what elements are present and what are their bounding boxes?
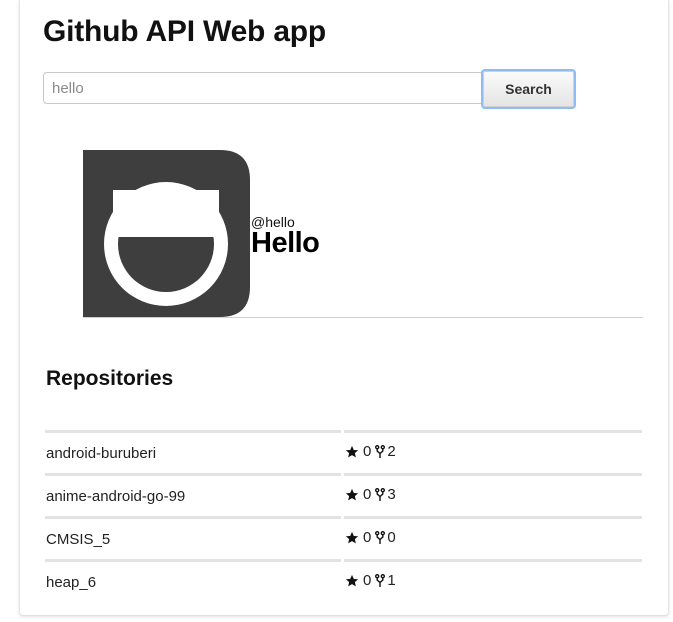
star-count: 0 bbox=[363, 486, 372, 503]
table-row: heap_6 0 1 bbox=[45, 559, 642, 602]
app-title: Github API Web app bbox=[43, 15, 327, 48]
repo-stats: 0 0 bbox=[345, 529, 396, 546]
star-count: 0 bbox=[363, 572, 372, 589]
repo-name[interactable]: android-buruberi bbox=[46, 445, 156, 462]
repositories-heading: Repositories bbox=[46, 367, 174, 390]
smile-face-icon bbox=[83, 150, 250, 317]
repository-table: android-buruberi 0 2 anime-android-go-99… bbox=[45, 430, 642, 602]
table-row: android-buruberi 0 2 bbox=[45, 430, 642, 473]
repo-name[interactable]: anime-android-go-99 bbox=[46, 488, 185, 505]
row-divider bbox=[344, 430, 642, 433]
fork-count: 2 bbox=[387, 443, 396, 460]
table-row: anime-android-go-99 0 3 bbox=[45, 473, 642, 516]
star-icon bbox=[345, 574, 359, 586]
fork-count: 0 bbox=[387, 529, 396, 546]
profile-display-name: Hello bbox=[251, 227, 320, 259]
table-row: CMSIS_5 0 0 bbox=[45, 516, 642, 559]
search-input[interactable] bbox=[43, 72, 484, 104]
fork-icon bbox=[375, 444, 386, 458]
repo-stats: 0 3 bbox=[345, 486, 396, 503]
repo-stats: 0 2 bbox=[345, 443, 396, 460]
star-icon bbox=[345, 488, 359, 500]
row-divider bbox=[45, 559, 341, 562]
star-count: 0 bbox=[363, 529, 372, 546]
profile-divider bbox=[83, 317, 643, 318]
repo-stats: 0 1 bbox=[345, 572, 396, 589]
star-icon bbox=[345, 445, 359, 457]
star-count: 0 bbox=[363, 443, 372, 460]
repo-name[interactable]: CMSIS_5 bbox=[46, 531, 110, 548]
row-divider bbox=[344, 516, 642, 519]
search-button[interactable]: Search bbox=[481, 69, 576, 109]
fork-icon bbox=[375, 487, 386, 501]
repo-name[interactable]: heap_6 bbox=[46, 574, 96, 591]
row-divider bbox=[344, 559, 642, 562]
fork-icon bbox=[375, 573, 386, 587]
fork-count: 1 bbox=[387, 572, 396, 589]
row-divider bbox=[45, 473, 341, 476]
star-icon bbox=[345, 531, 359, 543]
row-divider bbox=[344, 473, 642, 476]
fork-count: 3 bbox=[387, 486, 396, 503]
fork-icon bbox=[375, 530, 386, 544]
row-divider bbox=[45, 516, 341, 519]
row-divider bbox=[45, 430, 341, 433]
